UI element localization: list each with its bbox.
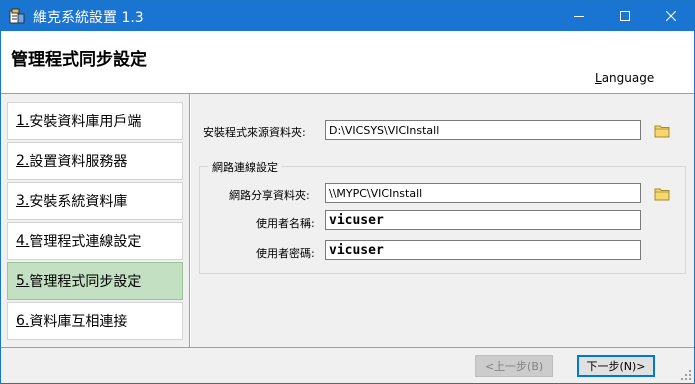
language-link[interactable]: Language — [595, 71, 654, 85]
step-label: 資料庫互相連接 — [29, 314, 128, 330]
step-5-active[interactable]: 5. 管理程式同步設定 — [7, 262, 183, 300]
step-number: 3. — [16, 193, 30, 209]
page-title: 管理程式同步設定 — [11, 50, 147, 70]
minimize-button[interactable] — [556, 1, 602, 31]
step-label: 安裝系統資料庫 — [29, 194, 128, 210]
title-bar[interactable]: 維克系統設置 1.3 — [1, 1, 694, 31]
step-3[interactable]: 3. 安裝系統資料庫 — [7, 182, 183, 220]
step-number: 5. — [16, 273, 30, 289]
resize-grip-icon[interactable] — [680, 369, 692, 381]
source-folder-label: 安裝程式來源資料夾: — [203, 126, 306, 139]
step-label: 設置資料服務器 — [29, 154, 128, 170]
step-label: 管理程式連線設定 — [29, 234, 142, 250]
source-folder-input[interactable]: D:\VICSYS\VICInstall — [325, 120, 641, 140]
folder-icon[interactable] — [654, 187, 670, 201]
app-icon — [9, 8, 25, 24]
language-label: anguage — [601, 71, 655, 85]
password-label: 使用者密碼: — [256, 247, 315, 260]
step-number: 4. — [16, 233, 30, 249]
installer-window: 維克系統設置 1.3 管理程式同步設定 Language 1. 安裝資料庫用戶端 … — [0, 0, 695, 384]
network-settings-title: 網路連線設定 — [209, 159, 281, 175]
step-2[interactable]: 2. 設置資料服務器 — [7, 142, 183, 180]
step-label: 安裝資料庫用戶端 — [29, 114, 142, 130]
minimize-icon — [574, 16, 584, 17]
steps-panel: 1. 安裝資料庫用戶端 2. 設置資料服務器 3. 安裝系統資料庫 4. 管理程式連線設… — [1, 94, 191, 347]
step-4[interactable]: 4. 管理程式連線設定 — [7, 222, 183, 260]
language-mnemonic: L — [595, 71, 602, 85]
share-folder-input[interactable]: \\MYPC\VICInstall — [325, 183, 641, 203]
window-title: 維克系統設置 1.3 — [33, 10, 144, 26]
steps-divider — [189, 94, 191, 347]
footer-divider — [1, 347, 694, 348]
maximize-button[interactable] — [602, 1, 648, 31]
share-folder-label: 網路分享資料夾: — [229, 189, 310, 202]
maximize-icon — [620, 11, 630, 21]
close-button[interactable] — [648, 1, 694, 31]
folder-icon[interactable] — [654, 124, 670, 138]
step-number: 1. — [16, 113, 30, 129]
step-label: 管理程式同步設定 — [29, 274, 142, 290]
header-panel: 管理程式同步設定 Language — [1, 31, 694, 93]
close-icon — [666, 11, 676, 21]
username-input[interactable]: vicuser — [325, 210, 641, 230]
next-button[interactable]: 下一步(N)> — [577, 355, 655, 377]
step-number: 6. — [16, 313, 30, 329]
previous-button[interactable]: <上一步(B) — [475, 355, 553, 377]
step-1[interactable]: 1. 安裝資料庫用戶端 — [7, 102, 183, 140]
step-6[interactable]: 6. 資料庫互相連接 — [7, 302, 183, 340]
password-input[interactable]: vicuser — [325, 240, 641, 260]
username-label: 使用者名稱: — [256, 217, 315, 230]
step-number: 2. — [16, 153, 30, 169]
